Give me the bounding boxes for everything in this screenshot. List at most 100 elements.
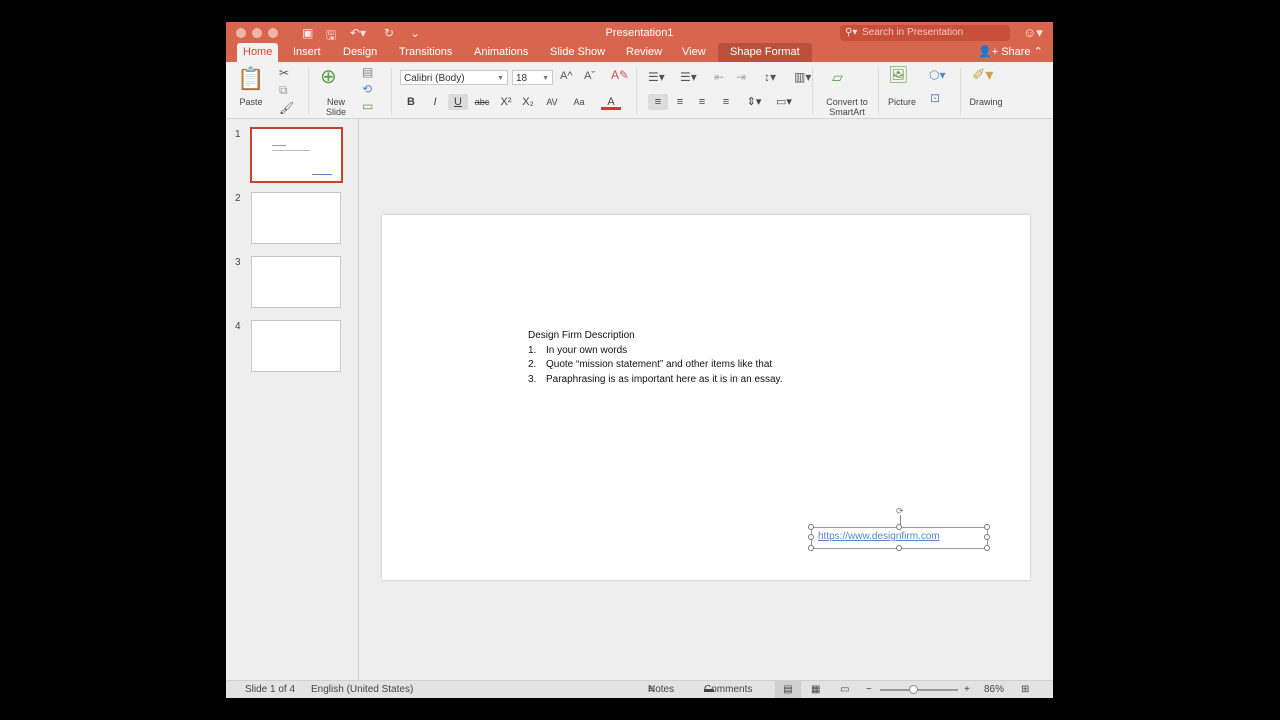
slide-thumbnail-panel: 1 2 3 4 [226,119,359,680]
list-item-text: In your own words [546,344,628,356]
tab-transitions[interactable]: Transitions [399,43,452,62]
format-painter-icon[interactable]: 🖌 [279,102,294,114]
resize-handle[interactable] [984,545,990,551]
shapes-icon[interactable]: ⬡▾ [929,69,946,81]
resize-handle[interactable] [984,534,990,540]
text-direction-icon[interactable]: ⇕▾ [744,94,764,110]
convert-smartart-label: Convert to SmartArt [826,97,868,117]
share-icon: 👤+ [978,46,1002,58]
slide-thumbnail-3[interactable] [251,256,341,308]
search-input[interactable]: ⚲▾ Search in Presentation [840,25,1010,41]
zoom-slider[interactable] [880,689,958,691]
align-left-icon[interactable]: ≡ [648,94,668,110]
resize-handle[interactable] [808,524,814,530]
content-text-box[interactable]: Design Firm Description 1. In your own wo… [528,329,783,387]
bold-button[interactable]: B [401,94,421,110]
list-item: 2. Quote “mission statement” and other it… [528,358,783,373]
decrease-font-icon[interactable]: Aˇ [584,71,595,82]
align-center-icon[interactable]: ≡ [670,94,690,110]
slide-number: 2 [235,193,241,204]
list-number: 1. [528,344,537,356]
bullets-icon[interactable]: ☰▾ [648,71,665,83]
justify-icon[interactable]: ≡ [716,94,736,110]
reading-view-icon[interactable]: ▭ [840,681,849,698]
slide-number: 3 [235,257,241,268]
list-item-text: Paraphrasing is as important here as it … [546,373,783,385]
clear-formatting-icon[interactable]: A✎ [611,69,629,81]
share-button[interactable]: 👤+ Share ⌃ [978,43,1043,62]
language-indicator[interactable]: English (United States) [311,681,413,698]
change-case-button[interactable]: Aa [569,94,589,110]
slide-thumbnail-4[interactable] [251,320,341,372]
drawing-label: Drawing [969,97,1003,107]
normal-view-icon[interactable]: ▤ [775,681,801,698]
smartart-icon[interactable]: ▱ [832,70,843,84]
numbering-icon[interactable]: ☰▾ [680,71,697,83]
slide-sorter-icon[interactable]: ▦ [811,681,820,698]
powerpoint-window: ▣ 🖫 ↶▾ ↻ ⌄ Presentation1 ⚲▾ Search in Pr… [226,22,1053,698]
new-slide-label: New Slide [325,97,346,117]
font-name-value: Calibri (Body) [404,73,465,84]
strikethrough-button[interactable]: abc [472,94,492,110]
drawing-icon[interactable]: ✐▾ [972,68,993,84]
resize-handle[interactable] [808,545,814,551]
increase-font-icon[interactable]: A^ [560,71,573,82]
cut-icon[interactable]: ✂ [279,67,289,79]
hyperlink[interactable]: https://www.designfirm.com [818,531,940,542]
list-number: 2. [528,359,537,370]
paste-icon[interactable]: 📋 [237,68,264,90]
list-number: 3. [528,373,537,385]
line-spacing-icon[interactable]: ↕▾ [764,71,776,83]
italic-button[interactable]: I [425,94,445,110]
tab-home[interactable]: Home [237,43,279,62]
slide-thumbnail-1[interactable] [250,127,343,183]
underline-button[interactable]: U [448,94,468,110]
layout-icon[interactable]: ▤ [362,66,373,78]
resize-handle[interactable] [808,534,814,540]
tab-design[interactable]: Design [343,43,377,62]
font-name-select[interactable]: Calibri (Body) ▼ [400,70,508,85]
smiley-feedback-icon[interactable]: ☺▾ [1023,25,1043,41]
align-text-icon[interactable]: ▭▾ [774,94,794,110]
chevron-down-icon: ▼ [542,75,549,82]
resize-handle[interactable] [896,524,902,530]
slide-thumbnail-2[interactable] [251,192,341,244]
collapse-ribbon-icon[interactable]: ⌃ [1031,46,1043,58]
title-bar: ▣ 🖫 ↶▾ ↻ ⌄ Presentation1 ⚲▾ Search in Pr… [226,22,1053,62]
zoom-out-icon[interactable]: − [866,681,872,698]
tab-insert[interactable]: Insert [293,43,321,62]
superscript-button[interactable]: X² [496,94,516,110]
picture-icon[interactable]: 🖼 [888,68,908,84]
ribbon-separator [391,68,392,114]
search-icon: ⚲▾ [845,27,858,38]
tab-review[interactable]: Review [626,43,662,62]
align-right-icon[interactable]: ≡ [692,94,712,110]
slide-canvas[interactable]: Design Firm Description 1. In your own wo… [382,215,1030,580]
zoom-in-icon[interactable]: + [964,681,970,698]
paste-label: Paste [239,97,263,107]
text-box-icon[interactable]: ⊡ [930,92,940,104]
reset-icon[interactable]: ⟲ [362,83,372,95]
ribbon-separator [812,68,813,114]
section-icon[interactable]: ▭ [362,100,373,112]
fit-to-window-icon[interactable]: ⊞ [1021,681,1029,698]
tab-view[interactable]: View [682,43,706,62]
resize-handle[interactable] [984,524,990,530]
subscript-button[interactable]: X₂ [518,94,538,110]
notes-label: Notes [648,684,675,695]
zoom-level[interactable]: 86% [984,681,1004,698]
font-size-select[interactable]: 18 ▼ [512,70,553,85]
new-slide-icon[interactable]: ⊕ [320,67,337,87]
copy-icon[interactable]: ⧉ [279,84,288,96]
zoom-slider-knob[interactable] [909,685,918,694]
character-spacing-button[interactable]: AV [542,94,562,110]
search-placeholder: Search in Presentation [862,27,964,38]
tab-shape-format[interactable]: Shape Format [718,43,812,62]
columns-icon[interactable]: ▥▾ [794,71,811,83]
font-color-button[interactable]: A [601,94,621,110]
resize-handle[interactable] [896,545,902,551]
tab-animations[interactable]: Animations [474,43,528,62]
tab-slide-show[interactable]: Slide Show [550,43,605,62]
increase-indent-icon[interactable]: ⇥ [736,71,746,83]
decrease-indent-icon[interactable]: ⇤ [714,71,724,83]
